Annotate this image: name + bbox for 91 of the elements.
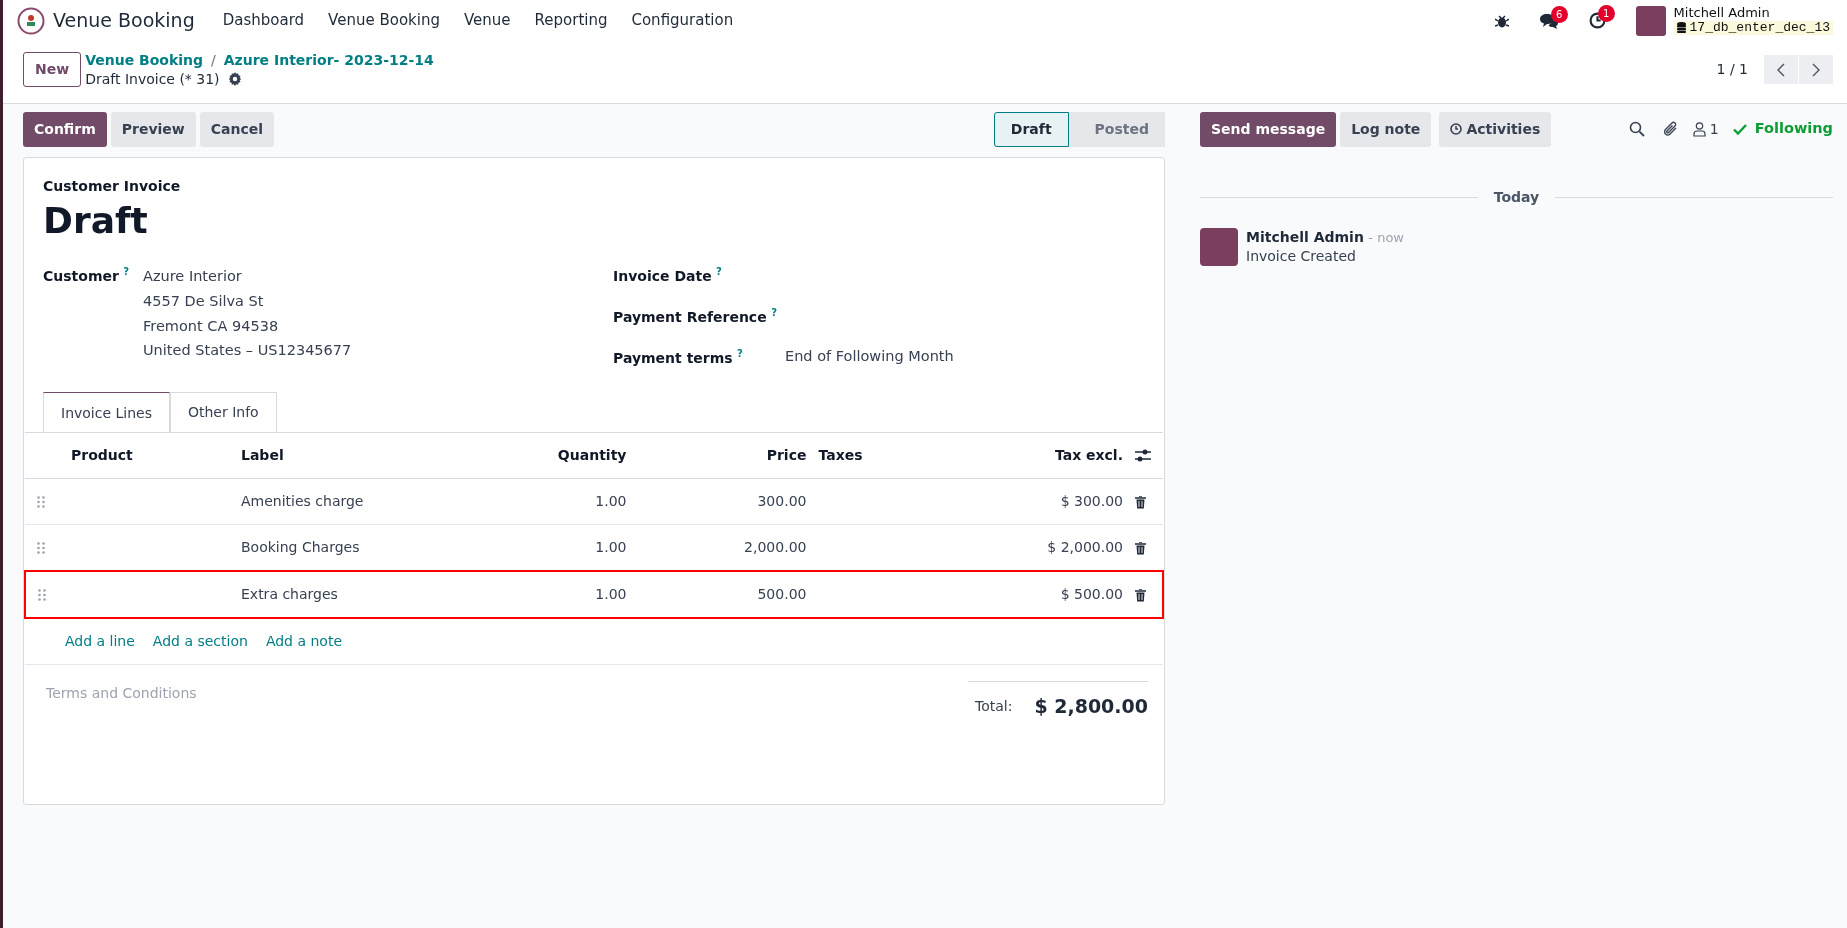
table-cell: Extra charges [241, 586, 338, 603]
column-header[interactable]: Label [241, 447, 284, 464]
trash-icon[interactable] [1135, 495, 1146, 509]
column-header[interactable]: Product [71, 447, 133, 464]
clock-icon [1450, 123, 1463, 136]
date-separator: Today [1493, 187, 1540, 207]
breadcrumb-link[interactable]: Venue Booking [85, 51, 204, 70]
field-value[interactable]: End of Following Month [785, 346, 954, 368]
form-tab[interactable]: Other Info [170, 392, 277, 433]
paperclip-icon[interactable] [1662, 120, 1679, 138]
user-avatar[interactable] [1635, 5, 1666, 36]
add-link[interactable]: Add a note [265, 631, 342, 653]
user-icon[interactable] [1692, 121, 1706, 137]
user-name[interactable]: Mitchell Admin [1673, 5, 1833, 21]
search-icon[interactable] [1628, 121, 1645, 138]
help-icon[interactable]: ? [737, 347, 743, 359]
trash-icon[interactable] [1135, 541, 1146, 555]
table-cell: 1.00 [595, 493, 627, 510]
form-subtitle: Customer Invoice [43, 176, 182, 196]
bug-icon[interactable] [1494, 13, 1509, 28]
table-cell: $ 300.00 [1060, 493, 1123, 510]
table-cell: Booking Charges [241, 539, 360, 556]
message-time: - now [1368, 229, 1404, 245]
column-header[interactable]: Price [766, 447, 807, 464]
form-title: Draft [43, 200, 149, 241]
new-button[interactable]: New [23, 52, 82, 88]
drag-handle-icon[interactable] [37, 542, 45, 555]
table-cell: $ 2,000.00 [1047, 539, 1123, 556]
table-cell: 300.00 [757, 493, 807, 510]
trash-icon[interactable] [1135, 588, 1146, 602]
field-label: Invoice Date [613, 268, 712, 285]
action-button[interactable]: Cancel [199, 111, 275, 147]
column-header[interactable]: Taxes [818, 447, 863, 464]
previous-button[interactable] [1764, 55, 1798, 85]
sliders-icon[interactable] [1135, 449, 1151, 464]
table-cell: 1.00 [595, 586, 627, 603]
menu-item[interactable]: Venue Booking [316, 9, 452, 32]
table-cell: 500.00 [757, 586, 807, 603]
message-count-badge: 6 [1550, 5, 1568, 23]
menu-item[interactable]: Venue [451, 9, 523, 32]
total-label: Total: [975, 697, 1013, 717]
add-link[interactable]: Add a line [65, 631, 135, 653]
author-avatar [1200, 227, 1238, 266]
menu-item[interactable]: Dashboard [210, 9, 317, 32]
database-tag: 17_db_enter_dec_13 [1673, 20, 1833, 36]
gear-icon[interactable] [227, 72, 242, 87]
message-author: Mitchell Admin [1246, 228, 1364, 245]
action-button[interactable]: Confirm [23, 111, 107, 147]
chevron-left-icon [1777, 63, 1785, 78]
chatter-button[interactable]: Send message [1200, 111, 1337, 147]
menu-item[interactable]: Reporting [522, 9, 620, 32]
field-label: Customer [43, 268, 119, 285]
breadcrumb-link[interactable]: Azure Interior- 2023-12-14 [223, 51, 434, 70]
activity-count-badge: 1 [1597, 5, 1615, 22]
column-header[interactable]: Tax excl. [1054, 447, 1123, 464]
help-icon[interactable]: ? [716, 266, 722, 278]
pager-value: 1 / 1 [1716, 60, 1748, 80]
breadcrumb-separator: / [211, 51, 216, 70]
action-button[interactable]: Preview [110, 111, 196, 147]
follower-count[interactable]: 1 [1709, 118, 1719, 140]
database-icon [1676, 22, 1686, 34]
drag-handle-icon[interactable] [37, 496, 45, 509]
message-body: Invoice Created [1246, 247, 1357, 267]
activities-button[interactable]: Activities [1439, 111, 1552, 147]
app-logo-icon[interactable] [17, 6, 45, 35]
total-value: $ 2,800.00 [1034, 694, 1148, 720]
address-line: 4557 De Silva St [143, 292, 265, 311]
record-title: Draft Invoice (* 31) [85, 69, 220, 89]
field-label: Payment Reference [613, 308, 767, 325]
address-line: Fremont CA 94538 [143, 316, 280, 336]
table-cell: $ 500.00 [1060, 586, 1123, 603]
address-line: Azure Interior [143, 267, 243, 287]
app-name[interactable]: Venue Booking [53, 6, 195, 35]
field-label: Payment terms [613, 349, 733, 366]
form-tab[interactable]: Invoice Lines [43, 392, 170, 434]
menu-item[interactable]: Configuration [619, 9, 746, 32]
check-icon[interactable] [1732, 123, 1747, 135]
help-icon[interactable]: ? [123, 266, 130, 278]
address-line: United States – US12345677 [143, 341, 352, 361]
chatter-button[interactable]: Log note [1340, 111, 1432, 147]
status-step[interactable]: Posted [1068, 111, 1165, 147]
help-icon[interactable]: ? [771, 307, 777, 319]
column-header[interactable]: Quantity [557, 447, 627, 464]
table-cell: Amenities charge [241, 493, 364, 510]
clock-icon[interactable] [1588, 12, 1606, 29]
table-cell: 2,000.00 [744, 539, 807, 556]
table-cell: 1.00 [595, 539, 627, 556]
chevron-right-icon [1812, 63, 1820, 78]
status-step[interactable]: Draft [993, 111, 1069, 147]
add-link[interactable]: Add a section [152, 631, 248, 653]
drag-handle-icon[interactable] [38, 589, 46, 602]
